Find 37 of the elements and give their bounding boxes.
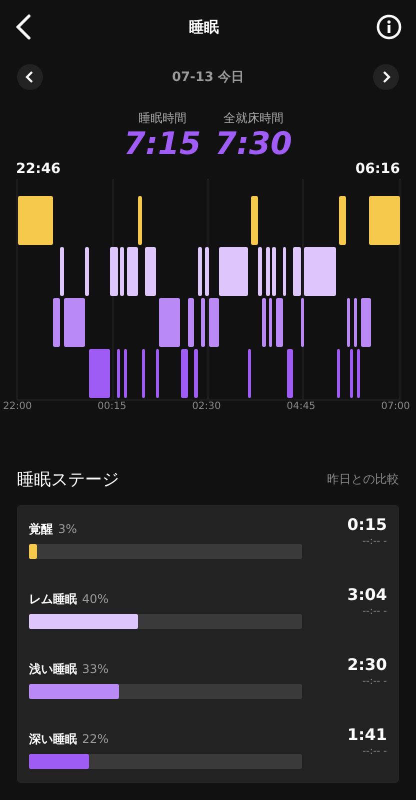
stage-duration: 3:04 — [347, 585, 387, 604]
comparison-value: --:-- - — [362, 746, 387, 757]
axis-label: 22:00 — [3, 401, 32, 412]
axis-label: 04:45 — [286, 401, 316, 412]
stage-name: 深い睡眠 — [29, 731, 77, 748]
stage-duration: 2:30 — [347, 655, 387, 674]
stat-value: 7:30 — [215, 127, 292, 161]
stage-name: 覚醒 — [29, 521, 53, 538]
stage-percent: 33% — [82, 662, 109, 676]
stage-duration: 1:41 — [347, 725, 387, 744]
stage-name: 浅い睡眠 — [29, 661, 77, 678]
start-time: 22:46 — [16, 161, 61, 177]
stage-percent: 3% — [58, 522, 78, 536]
axis-label: 02:30 — [192, 401, 221, 412]
comparison-value: --:-- - — [362, 606, 387, 617]
stage-name: レム睡眠 — [29, 591, 77, 608]
axis-label: 00:15 — [98, 401, 126, 412]
next-day-button[interactable] — [372, 64, 399, 90]
back-button[interactable] — [14, 14, 32, 40]
comparison-value: --:-- - — [362, 536, 387, 547]
previous-day-button[interactable] — [17, 64, 43, 90]
page-title: 睡眠 — [189, 18, 219, 36]
stat-value: 7:15 — [124, 127, 201, 161]
compare-link[interactable]: 昨日との比較 — [327, 471, 399, 488]
axis-label: 07:00 — [381, 401, 410, 412]
comparison-value: --:-- - — [362, 676, 387, 687]
end-time: 06:16 — [355, 161, 400, 177]
stage-percent: 22% — [82, 732, 109, 746]
info-icon[interactable] — [376, 14, 402, 40]
stat-label: 全就床時間 — [224, 110, 284, 127]
chevron-left-icon — [25, 71, 35, 83]
stat-label: 睡眠時間 — [138, 110, 186, 127]
stage-duration: 0:15 — [347, 515, 387, 534]
date-label: 07-13 今日 — [172, 69, 244, 86]
stage-percent: 40% — [82, 592, 109, 606]
section-title: 睡眠ステージ — [17, 469, 119, 491]
chevron-right-icon — [380, 71, 391, 83]
